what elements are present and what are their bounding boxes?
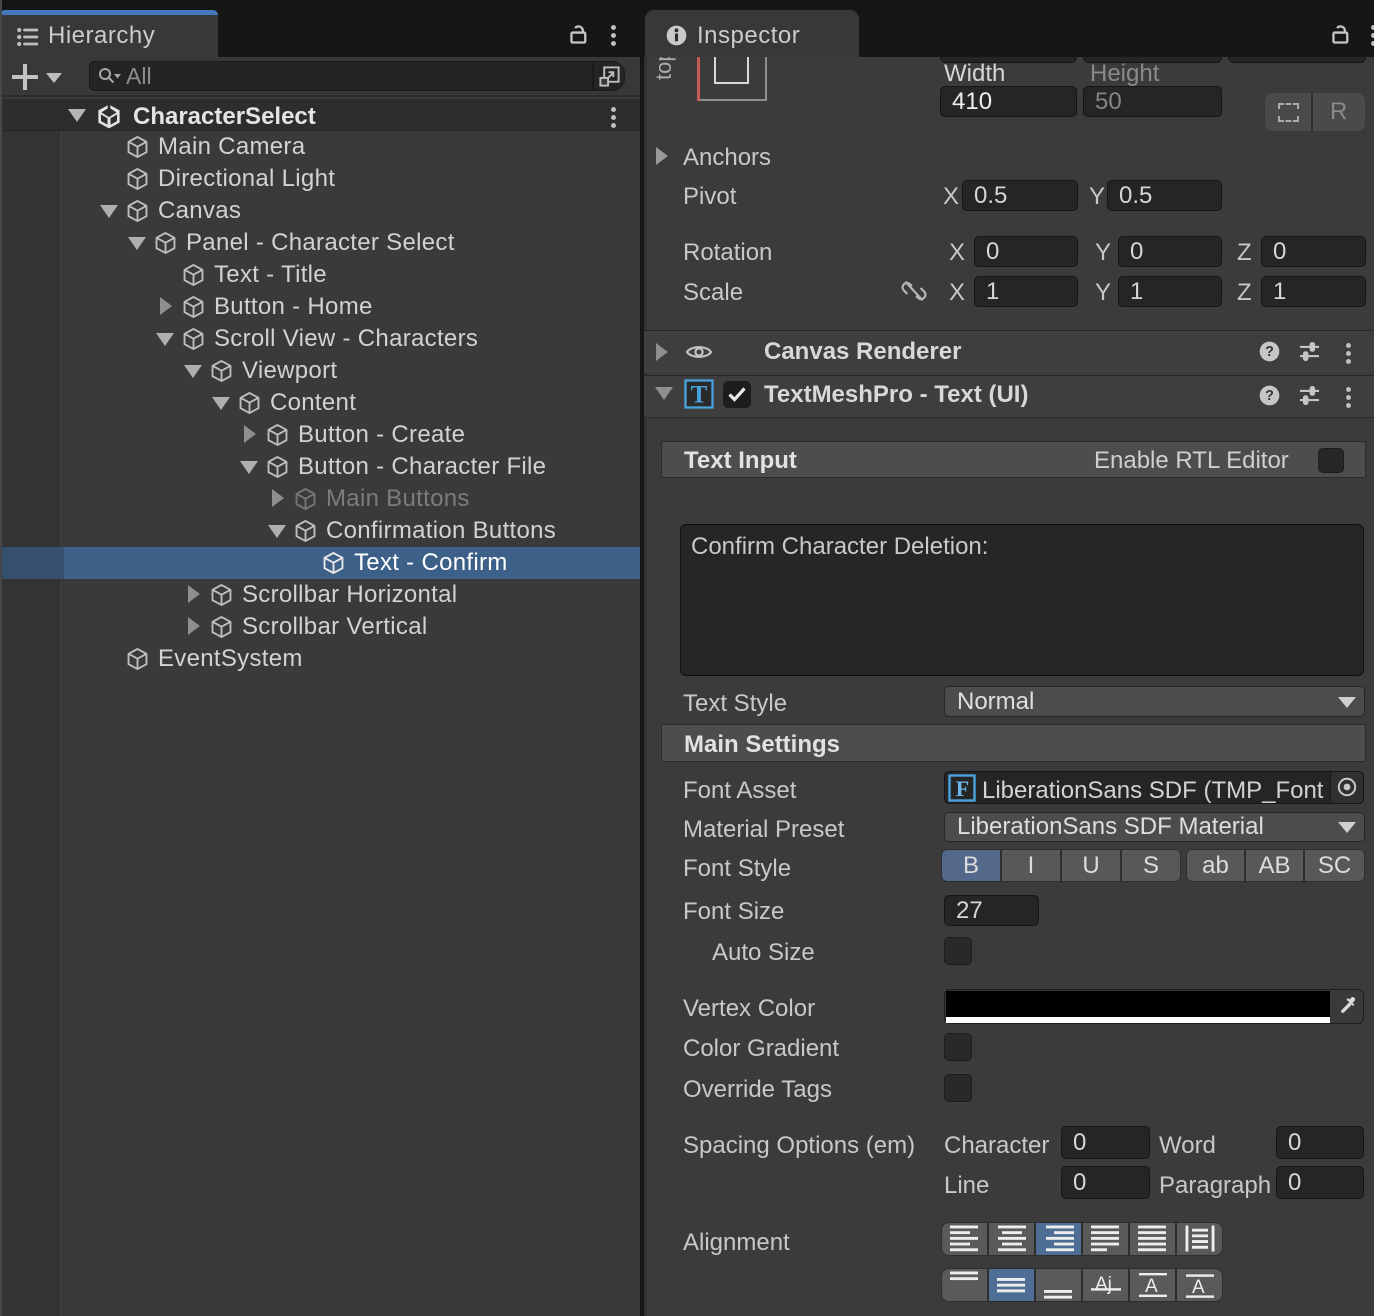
svg-text:A: A bbox=[1145, 1276, 1158, 1297]
svg-text:Aj: Aj bbox=[1095, 1274, 1112, 1295]
svg-text:A: A bbox=[1192, 1277, 1205, 1298]
